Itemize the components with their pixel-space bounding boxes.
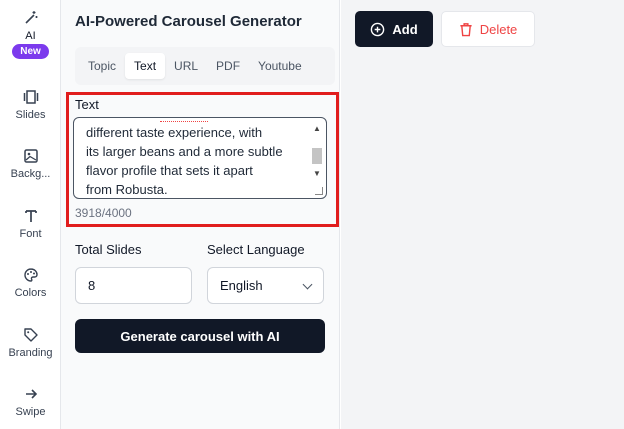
rail-item-label: Branding [8, 347, 53, 359]
language-value: English [220, 278, 263, 293]
text-t-icon [22, 207, 40, 225]
palette-icon [22, 266, 40, 284]
tab-pdf[interactable]: PDF [207, 53, 249, 79]
resize-grip-icon[interactable] [315, 187, 323, 195]
tab-topic[interactable]: Topic [79, 53, 125, 79]
tab-text[interactable]: Text [125, 53, 166, 79]
rail-item-background[interactable]: Backg... [0, 147, 61, 180]
rail-item-label: Backg... [10, 168, 51, 180]
plus-circle-icon [370, 22, 385, 37]
source-tabs: Topic Text URL PDF Youtube [75, 47, 335, 85]
generate-carousel-button[interactable]: Generate carousel with AI [75, 319, 325, 353]
tag-icon [22, 326, 40, 344]
scroll-thumb[interactable] [312, 148, 322, 164]
left-rail: AI New Slides Backg... Font Colors Brand… [0, 0, 61, 429]
total-slides-label: Total Slides [75, 242, 142, 257]
language-label: Select Language [207, 242, 305, 257]
rail-item-ai[interactable]: AI New [0, 9, 61, 59]
total-slides-input[interactable]: 8 [75, 267, 192, 304]
trash-icon [459, 22, 473, 37]
panel-title: AI-Powered Carousel Generator [75, 13, 302, 30]
rail-item-label: Swipe [15, 406, 46, 418]
scroll-up-arrow-icon[interactable]: ▲ [310, 123, 324, 135]
slides-icon [22, 88, 40, 106]
rail-item-label: Slides [15, 109, 46, 121]
delete-button-label: Delete [479, 21, 518, 37]
arrow-right-icon [22, 385, 40, 403]
add-button-label: Add [392, 21, 418, 37]
rail-item-slides[interactable]: Slides [0, 88, 61, 121]
rail-item-colors[interactable]: Colors [0, 266, 61, 299]
rail-item-label: Colors [14, 287, 47, 299]
text-field-label: Text [75, 97, 99, 112]
magic-wand-icon [22, 9, 40, 27]
rail-item-branding[interactable]: Branding [0, 326, 61, 359]
spellcheck-underline [160, 121, 208, 123]
text-input[interactable]: different taste experience, with its lar… [73, 117, 327, 199]
total-slides-value: 8 [88, 278, 96, 293]
new-badge: New [12, 44, 49, 59]
delete-button[interactable]: Delete [441, 11, 535, 47]
rail-item-label: Font [19, 228, 42, 240]
add-button[interactable]: Add [355, 11, 433, 47]
scroll-down-arrow-icon[interactable]: ▼ [310, 168, 324, 180]
character-counter: 3918/4000 [75, 206, 132, 220]
rail-item-label: AI [25, 30, 36, 42]
chevron-down-icon [302, 279, 313, 290]
language-select[interactable]: English [207, 267, 324, 304]
textarea-scrollbar[interactable]: ▲ ▼ [310, 121, 324, 195]
tab-url[interactable]: URL [165, 53, 207, 79]
rail-item-font[interactable]: Font [0, 207, 61, 240]
image-icon [22, 147, 40, 165]
canvas-area [341, 0, 624, 429]
tab-youtube[interactable]: Youtube [249, 53, 311, 79]
text-input-value: different taste experience, with its lar… [86, 125, 283, 197]
rail-item-swipe[interactable]: Swipe [0, 385, 61, 418]
